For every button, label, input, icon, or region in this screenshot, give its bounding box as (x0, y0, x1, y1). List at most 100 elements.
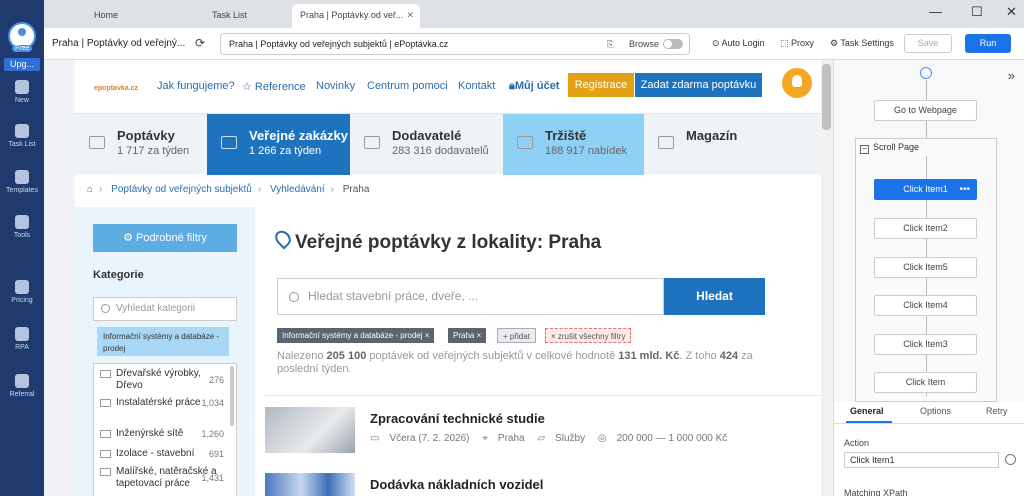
location-pin-icon (272, 227, 294, 250)
sidebar-item-new[interactable]: New (0, 80, 44, 104)
list-item[interactable]: Dřevařské výrobky, Dřevo 276 (94, 368, 224, 392)
minimize-icon[interactable]: — (929, 4, 942, 19)
list-item[interactable]: Instalatérské práce 1,034 (94, 397, 224, 409)
search-input[interactable]: Hledat stavební práce, dveře, ... (277, 278, 664, 315)
app-sidebar: Free Upg... New Task List Templates Tool… (0, 0, 44, 496)
sidebar-item-templates[interactable]: Templates (0, 170, 44, 194)
sidebar-item-rpa[interactable]: RPA (0, 327, 44, 351)
hledat-button[interactable]: Hledat (664, 278, 765, 315)
nav-muj-ucet[interactable]: 🔒︎Můj účet (509, 80, 559, 93)
location-icon: ⌖ (482, 433, 488, 444)
nav-centrum-pomoci[interactable]: Centrum pomoci (367, 80, 448, 92)
templates-icon (15, 170, 29, 184)
tab-trziste[interactable]: Tržiště 188 917 nabídek (503, 114, 644, 175)
node-click-item4[interactable]: Click Item4 (874, 295, 977, 316)
kategorie-title: Kategorie (93, 269, 144, 281)
nav-novinky[interactable]: Novinky (316, 80, 355, 92)
kategorie-search-input[interactable]: Vyhledat kategorii (93, 297, 237, 321)
page-heading: Veřejné poptávky z lokality: Praha (295, 232, 602, 253)
filter-tag-praha[interactable]: Praha × (448, 328, 487, 343)
filter-tag-category[interactable]: Informační systémy a databáze - prodej × (277, 328, 435, 343)
lightbulb-icon[interactable] (782, 68, 812, 98)
flow-connector (926, 121, 927, 138)
node-click-item5[interactable]: Click Item5 (874, 257, 977, 278)
breadcrumb-item[interactable]: Vyhledávání (270, 184, 325, 195)
newspaper-icon (658, 136, 674, 149)
home-icon[interactable]: ⌂ (87, 184, 93, 195)
browse-toggle[interactable] (663, 39, 683, 49)
panel-tabs: General Options Retry (834, 402, 1024, 424)
tab-retry[interactable]: Retry (986, 406, 1008, 416)
url-field[interactable]: Praha | Poptávky od veřejných subjektů |… (220, 33, 690, 55)
list-item[interactable]: Izolace - stavební 691 (94, 448, 224, 460)
task-list-icon (15, 124, 29, 138)
result-title[interactable]: Zpracování technické studie (370, 411, 545, 426)
task-settings-button[interactable]: ⚙ Task Settings (830, 38, 894, 49)
nav-kontakt[interactable]: Kontakt (458, 80, 495, 92)
upgrade-button[interactable]: Upg... (4, 58, 40, 71)
collapse-panel-icon[interactable]: » (1008, 68, 1015, 83)
tab-poptavky[interactable]: Poptávky 1 717 za týden (75, 114, 207, 175)
result-title[interactable]: Dodávka nákladních vozidel (370, 477, 543, 492)
close-tab-icon[interactable]: ✕ (406, 4, 414, 26)
folder-icon (100, 370, 111, 378)
tab-options[interactable]: Options (920, 406, 951, 416)
category-scrollbar[interactable] (230, 366, 234, 426)
auto-login-button[interactable]: ⊙ Auto Login (712, 38, 765, 49)
browse-label: Browse (628, 39, 659, 49)
selected-category[interactable]: Informační systémy a databáze - prodej (97, 327, 229, 356)
page-title: Praha | Poptávky od veřejný... (52, 38, 186, 49)
page-margin (44, 60, 75, 496)
tab-bar: Home Task List Praha | Poptávky od veř..… (44, 0, 1024, 28)
sidebar-item-tools[interactable]: Tools (0, 215, 44, 239)
close-window-icon[interactable]: ✕ (1006, 4, 1017, 20)
folder-icon (100, 399, 111, 407)
collapse-loop-icon[interactable]: − (860, 145, 869, 154)
referral-icon (15, 374, 29, 388)
nav-reference[interactable]: ☆ Reference (242, 80, 306, 93)
flow-connector (926, 80, 927, 100)
node-click-item3[interactable]: Click Item3 (874, 334, 977, 355)
node-click-item2[interactable]: Click Item2 (874, 218, 977, 239)
breadcrumb-item[interactable]: Poptávky od veřejných subjektů (111, 184, 252, 195)
save-button[interactable]: Save (904, 34, 952, 53)
tab-dodavatele[interactable]: Dodavatelé 283 316 dodavatelů (350, 114, 503, 175)
sidebar-item-pricing[interactable]: Pricing (0, 280, 44, 304)
loop-header[interactable]: − Scroll Page (860, 142, 919, 154)
more-options-icon[interactable] (1005, 454, 1016, 465)
tab-current-page[interactable]: Praha | Poptávky od veř... ✕ (292, 4, 420, 28)
page-scrollbar-thumb[interactable] (822, 64, 831, 130)
inbox-icon (89, 136, 105, 149)
sidebar-item-referral[interactable]: Referral (0, 374, 44, 398)
tab-verejne-zakazky[interactable]: Veřejné zakázky 1 266 za týden (207, 114, 350, 175)
maximize-icon[interactable]: ☐ (971, 4, 983, 20)
sidebar-item-task-list[interactable]: Task List (0, 124, 44, 148)
site-logo[interactable]: epoptavka.cz (94, 85, 138, 92)
action-input[interactable]: Click Item1 (844, 452, 999, 468)
category-tabs: Poptávky 1 717 za týden Veřejné zakázky 1 … (75, 113, 821, 175)
list-item[interactable]: Malířské, natěračské a tapetovací práce 1… (94, 466, 224, 490)
category-list[interactable]: Dřevařské výrobky, Dřevo 276 Instalatérsk… (93, 363, 237, 496)
proxy-button[interactable]: ⬚ Proxy (780, 38, 814, 49)
node-click-item1[interactable]: Click Item1 ••• (874, 179, 977, 200)
node-go-to-webpage[interactable]: Go to Webpage (874, 100, 977, 121)
folder-icon: ▱ (537, 433, 546, 444)
zadat-poptavku-button[interactable]: Zadat zdarma poptávku (635, 73, 762, 97)
add-filter-button[interactable]: + přidat (497, 328, 536, 343)
nav-jak-fungujeme[interactable]: Jak fungujeme? (157, 80, 235, 92)
node-click-item[interactable]: Click Item (874, 372, 977, 393)
clear-filters-button[interactable]: × zrušit všechny filtry (545, 328, 632, 343)
tab-magazin[interactable]: Magazín (644, 114, 821, 175)
copy-icon[interactable]: ⎘ (607, 34, 614, 54)
more-icon[interactable]: ••• (959, 180, 970, 199)
registrace-button[interactable]: Registrace (568, 73, 634, 97)
breadcrumb: ⌂ › Poptávky od veřejných subjektů › Vyhle… (87, 184, 370, 195)
run-button[interactable]: Run (965, 34, 1011, 53)
reload-icon[interactable]: ⟳ (195, 36, 205, 50)
tab-home[interactable]: Home (86, 4, 206, 28)
folder-icon (100, 430, 111, 438)
list-item[interactable]: Inženýrské sítě 1,260 (94, 428, 224, 440)
podrobne-filtry-button[interactable]: ⚙ Podrobné filtry (93, 224, 237, 252)
web-page: epoptavka.cz Jak fungujeme? ☆ Reference … (75, 60, 821, 496)
tab-general[interactable]: General (846, 406, 892, 423)
